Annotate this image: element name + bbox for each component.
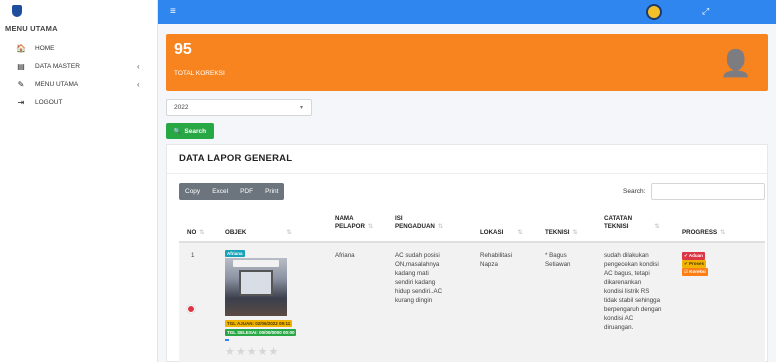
status-dot [225,339,229,341]
objek-name-badge: Afriana [225,250,245,257]
database-icon: ▤ [17,61,25,71]
sidebar: MENU UTAMA 🏠 HOME ▤ DATA MASTER ‹ ✎ MENU… [0,0,158,362]
column-header-progress[interactable]: PROGRESS ⇅ [682,229,725,237]
sidebar-item-label: LOGOUT [35,98,63,106]
year-select-value: 2022 [174,104,189,111]
edit-icon: ✎ [17,79,25,89]
cell-catatan-teknisi: sudah dilakukan pengecekan kondisi AC ba… [604,252,662,331]
sort-icon: ⇅ [367,223,374,230]
user-plus-icon: 👤 [719,48,752,78]
sort-icon: ⇅ [720,229,726,236]
sort-icon: ⇅ [654,223,660,230]
sidebar-item-label: HOME [35,44,55,52]
column-header-isi-pengaduan[interactable]: ISI PENGADUAN ⇅ [395,215,443,231]
brand[interactable] [0,0,157,22]
photo-ac-unit [233,260,279,267]
sidebar-item-label: MENU UTAMA [35,80,79,88]
table-search-input[interactable] [651,183,765,200]
cell-nama-pelapor: Afriana [335,252,355,259]
column-header-teknisi[interactable]: TEKNISI ⇅ [545,229,578,237]
avatar[interactable] [646,4,662,20]
home-icon: 🏠 [16,43,26,53]
search-icon: 🔍 [173,128,182,135]
chevron-left-icon: ‹ [137,79,140,89]
sidebar-item-label: DATA MASTER [35,62,80,70]
sort-icon: ⇅ [437,223,444,230]
table-header: NO ⇅ OBJEK ⇅ NAMA PELAPOR ⇅ ISI PENGADUAN ⇅ LO… [179,207,765,243]
cell-no: 1 [191,252,195,259]
sidebar-item-home[interactable]: 🏠 HOME [0,39,157,57]
sidebar-item-logout[interactable]: ⇥ LOGOUT [0,93,157,111]
progress-proses-badge: ✔ Proses [682,260,707,268]
sort-icon: ⇅ [517,229,523,236]
column-header-no[interactable]: NO ⇅ [187,229,204,237]
chevron-left-icon: ‹ [137,61,140,71]
sort-icon: ⇅ [286,229,292,236]
search-button[interactable]: 🔍 Search [166,123,214,139]
print-button[interactable]: Print [259,183,284,200]
menu-header: MENU UTAMA [5,24,58,33]
table-search-label: Search: [623,188,646,195]
topbar: ≡ ⤢ [158,0,776,24]
hamburger-menu-icon[interactable]: ≡ [170,6,176,17]
cell-lokasi: Rehabilitasi Napza [480,252,512,268]
pdf-button[interactable]: PDF [234,183,259,200]
sort-icon: ⇅ [199,229,205,236]
card-divider [167,173,767,174]
fullscreen-icon[interactable]: ⤢ [702,6,709,17]
shield-logo-icon [12,5,22,17]
sidebar-item-data-master[interactable]: ▤ DATA MASTER ‹ [0,57,157,75]
rating-stars[interactable]: ★★★★★ [225,345,279,358]
table-row: 1 Afriana TGL AJUAN: 02/06/2022 09:11 TG… [179,243,765,362]
progress-koreksi-badge: ☑ Koreksi [682,268,708,276]
cell-isi-pengaduan: AC sudah posisi ON,masalahnya kadang mat… [395,252,443,304]
export-buttons: Copy Excel PDF Print [179,183,285,200]
progress-aduan-badge: ✔ Aduan [682,252,705,260]
chevron-down-icon: ▾ [299,105,303,111]
data-lapor-card: DATA LAPOR GENERAL Copy Excel PDF Print … [166,144,768,362]
row-expand-toggle[interactable] [187,305,195,313]
card-title: DATA LAPOR GENERAL [179,153,293,164]
stat-label: TOTAL KOREKSI [174,70,225,77]
sort-icon: ⇅ [572,229,578,236]
photo-window [239,270,273,296]
logout-icon: ⇥ [17,97,25,107]
tgl-selesai-badge: TGL SELESAI: 00/00/0000 00:00 [225,329,297,336]
column-header-catatan-teknisi[interactable]: CATATAN TEKNISI ⇅ [604,215,660,231]
total-koreksi-box: 95 TOTAL KOREKSI 👤 [166,34,768,91]
column-header-lokasi[interactable]: LOKASI ⇅ [480,229,523,237]
search-button-label: Search [184,127,207,135]
sidebar-item-menu-utama[interactable]: ✎ MENU UTAMA ‹ [0,75,157,93]
stat-number: 95 [174,41,192,58]
column-header-objek[interactable]: OBJEK ⇅ [225,229,292,237]
copy-button[interactable]: Copy [179,183,206,200]
cell-teknisi: * Bagus Setiawan [545,252,571,268]
column-header-nama-pelapor[interactable]: NAMA PELAPOR ⇅ [335,215,373,231]
excel-button[interactable]: Excel [206,183,234,200]
objek-photo[interactable] [225,258,287,316]
tgl-ajuan-badge: TGL AJUAN: 02/06/2022 09:11 [225,320,293,327]
year-select[interactable]: 2022 ▾ [166,99,312,116]
